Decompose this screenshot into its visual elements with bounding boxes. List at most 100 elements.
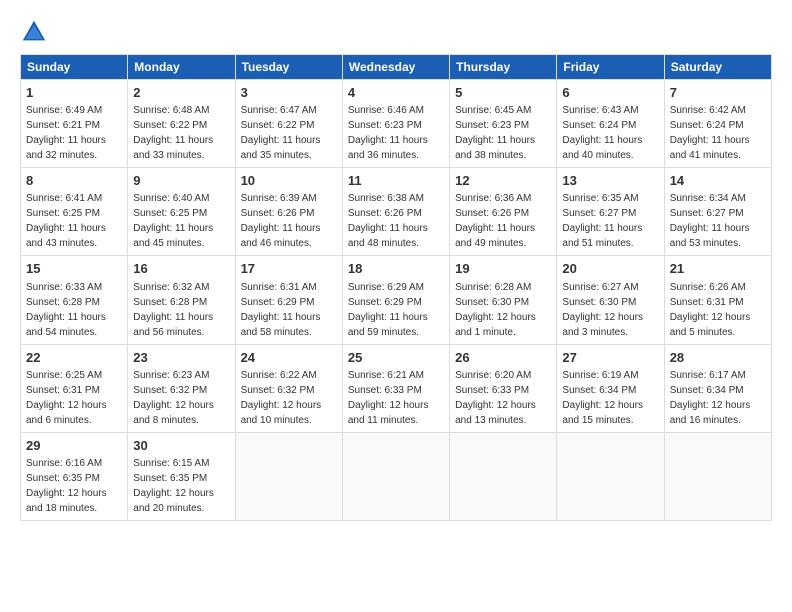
calendar-cell: 10 Sunrise: 6:39 AMSunset: 6:26 PMDaylig… (235, 168, 342, 256)
calendar-cell: 1 Sunrise: 6:49 AMSunset: 6:21 PMDayligh… (21, 80, 128, 168)
day-info: Sunrise: 6:34 AMSunset: 6:27 PMDaylight:… (670, 193, 750, 249)
calendar-header-wednesday: Wednesday (342, 55, 449, 80)
calendar-cell: 15 Sunrise: 6:33 AMSunset: 6:28 PMDaylig… (21, 256, 128, 344)
calendar-cell: 17 Sunrise: 6:31 AMSunset: 6:29 PMDaylig… (235, 256, 342, 344)
day-info: Sunrise: 6:46 AMSunset: 6:23 PMDaylight:… (348, 105, 428, 161)
calendar-cell: 22 Sunrise: 6:25 AMSunset: 6:31 PMDaylig… (21, 344, 128, 432)
day-number: 29 (26, 437, 122, 455)
calendar-cell: 23 Sunrise: 6:23 AMSunset: 6:32 PMDaylig… (128, 344, 235, 432)
calendar-cell: 9 Sunrise: 6:40 AMSunset: 6:25 PMDayligh… (128, 168, 235, 256)
logo-icon (20, 18, 48, 46)
day-number: 28 (670, 349, 766, 367)
day-info: Sunrise: 6:26 AMSunset: 6:31 PMDaylight:… (670, 282, 751, 338)
calendar-cell: 16 Sunrise: 6:32 AMSunset: 6:28 PMDaylig… (128, 256, 235, 344)
calendar-cell: 19 Sunrise: 6:28 AMSunset: 6:30 PMDaylig… (450, 256, 557, 344)
calendar-cell: 7 Sunrise: 6:42 AMSunset: 6:24 PMDayligh… (664, 80, 771, 168)
day-info: Sunrise: 6:47 AMSunset: 6:22 PMDaylight:… (241, 105, 321, 161)
day-number: 19 (455, 260, 551, 278)
day-number: 10 (241, 172, 337, 190)
calendar-cell: 3 Sunrise: 6:47 AMSunset: 6:22 PMDayligh… (235, 80, 342, 168)
calendar-header-thursday: Thursday (450, 55, 557, 80)
calendar-header-sunday: Sunday (21, 55, 128, 80)
calendar-cell (664, 432, 771, 520)
calendar-cell: 11 Sunrise: 6:38 AMSunset: 6:26 PMDaylig… (342, 168, 449, 256)
calendar-week-4: 22 Sunrise: 6:25 AMSunset: 6:31 PMDaylig… (21, 344, 772, 432)
day-info: Sunrise: 6:22 AMSunset: 6:32 PMDaylight:… (241, 370, 322, 426)
day-info: Sunrise: 6:43 AMSunset: 6:24 PMDaylight:… (562, 105, 642, 161)
calendar-cell (557, 432, 664, 520)
day-number: 27 (562, 349, 658, 367)
calendar-header-saturday: Saturday (664, 55, 771, 80)
day-number: 12 (455, 172, 551, 190)
calendar-cell (342, 432, 449, 520)
day-info: Sunrise: 6:23 AMSunset: 6:32 PMDaylight:… (133, 370, 214, 426)
logo (20, 18, 52, 46)
day-info: Sunrise: 6:35 AMSunset: 6:27 PMDaylight:… (562, 193, 642, 249)
day-number: 6 (562, 84, 658, 102)
calendar-week-1: 1 Sunrise: 6:49 AMSunset: 6:21 PMDayligh… (21, 80, 772, 168)
calendar-cell: 4 Sunrise: 6:46 AMSunset: 6:23 PMDayligh… (342, 80, 449, 168)
calendar-week-2: 8 Sunrise: 6:41 AMSunset: 6:25 PMDayligh… (21, 168, 772, 256)
day-info: Sunrise: 6:21 AMSunset: 6:33 PMDaylight:… (348, 370, 429, 426)
calendar-cell (235, 432, 342, 520)
day-info: Sunrise: 6:32 AMSunset: 6:28 PMDaylight:… (133, 282, 213, 338)
day-info: Sunrise: 6:15 AMSunset: 6:35 PMDaylight:… (133, 458, 214, 514)
calendar-cell: 13 Sunrise: 6:35 AMSunset: 6:27 PMDaylig… (557, 168, 664, 256)
header (20, 18, 772, 46)
day-number: 30 (133, 437, 229, 455)
day-info: Sunrise: 6:28 AMSunset: 6:30 PMDaylight:… (455, 282, 536, 338)
day-number: 9 (133, 172, 229, 190)
day-number: 3 (241, 84, 337, 102)
calendar-header-tuesday: Tuesday (235, 55, 342, 80)
calendar-header-monday: Monday (128, 55, 235, 80)
day-number: 14 (670, 172, 766, 190)
calendar-cell: 20 Sunrise: 6:27 AMSunset: 6:30 PMDaylig… (557, 256, 664, 344)
day-number: 7 (670, 84, 766, 102)
calendar-header-friday: Friday (557, 55, 664, 80)
day-info: Sunrise: 6:27 AMSunset: 6:30 PMDaylight:… (562, 282, 643, 338)
day-number: 13 (562, 172, 658, 190)
day-number: 25 (348, 349, 444, 367)
day-number: 22 (26, 349, 122, 367)
calendar-body: 1 Sunrise: 6:49 AMSunset: 6:21 PMDayligh… (21, 80, 772, 521)
calendar-cell: 18 Sunrise: 6:29 AMSunset: 6:29 PMDaylig… (342, 256, 449, 344)
calendar-cell: 8 Sunrise: 6:41 AMSunset: 6:25 PMDayligh… (21, 168, 128, 256)
day-info: Sunrise: 6:19 AMSunset: 6:34 PMDaylight:… (562, 370, 643, 426)
calendar-cell: 29 Sunrise: 6:16 AMSunset: 6:35 PMDaylig… (21, 432, 128, 520)
day-info: Sunrise: 6:29 AMSunset: 6:29 PMDaylight:… (348, 282, 428, 338)
calendar-cell: 28 Sunrise: 6:17 AMSunset: 6:34 PMDaylig… (664, 344, 771, 432)
day-info: Sunrise: 6:20 AMSunset: 6:33 PMDaylight:… (455, 370, 536, 426)
day-info: Sunrise: 6:25 AMSunset: 6:31 PMDaylight:… (26, 370, 107, 426)
calendar-cell: 30 Sunrise: 6:15 AMSunset: 6:35 PMDaylig… (128, 432, 235, 520)
calendar-cell: 26 Sunrise: 6:20 AMSunset: 6:33 PMDaylig… (450, 344, 557, 432)
calendar-week-5: 29 Sunrise: 6:16 AMSunset: 6:35 PMDaylig… (21, 432, 772, 520)
day-number: 2 (133, 84, 229, 102)
day-number: 20 (562, 260, 658, 278)
day-number: 8 (26, 172, 122, 190)
calendar-cell: 24 Sunrise: 6:22 AMSunset: 6:32 PMDaylig… (235, 344, 342, 432)
day-info: Sunrise: 6:17 AMSunset: 6:34 PMDaylight:… (670, 370, 751, 426)
day-number: 21 (670, 260, 766, 278)
day-info: Sunrise: 6:45 AMSunset: 6:23 PMDaylight:… (455, 105, 535, 161)
day-info: Sunrise: 6:39 AMSunset: 6:26 PMDaylight:… (241, 193, 321, 249)
page-container: SundayMondayTuesdayWednesdayThursdayFrid… (0, 0, 792, 531)
calendar-cell (450, 432, 557, 520)
calendar-week-3: 15 Sunrise: 6:33 AMSunset: 6:28 PMDaylig… (21, 256, 772, 344)
day-number: 11 (348, 172, 444, 190)
day-number: 18 (348, 260, 444, 278)
day-info: Sunrise: 6:42 AMSunset: 6:24 PMDaylight:… (670, 105, 750, 161)
calendar-table: SundayMondayTuesdayWednesdayThursdayFrid… (20, 54, 772, 521)
day-info: Sunrise: 6:16 AMSunset: 6:35 PMDaylight:… (26, 458, 107, 514)
calendar-cell: 5 Sunrise: 6:45 AMSunset: 6:23 PMDayligh… (450, 80, 557, 168)
day-number: 16 (133, 260, 229, 278)
day-number: 23 (133, 349, 229, 367)
day-number: 5 (455, 84, 551, 102)
calendar-cell: 21 Sunrise: 6:26 AMSunset: 6:31 PMDaylig… (664, 256, 771, 344)
day-info: Sunrise: 6:33 AMSunset: 6:28 PMDaylight:… (26, 282, 106, 338)
calendar-cell: 27 Sunrise: 6:19 AMSunset: 6:34 PMDaylig… (557, 344, 664, 432)
day-number: 24 (241, 349, 337, 367)
day-info: Sunrise: 6:41 AMSunset: 6:25 PMDaylight:… (26, 193, 106, 249)
day-number: 26 (455, 349, 551, 367)
calendar-cell: 25 Sunrise: 6:21 AMSunset: 6:33 PMDaylig… (342, 344, 449, 432)
calendar-cell: 6 Sunrise: 6:43 AMSunset: 6:24 PMDayligh… (557, 80, 664, 168)
